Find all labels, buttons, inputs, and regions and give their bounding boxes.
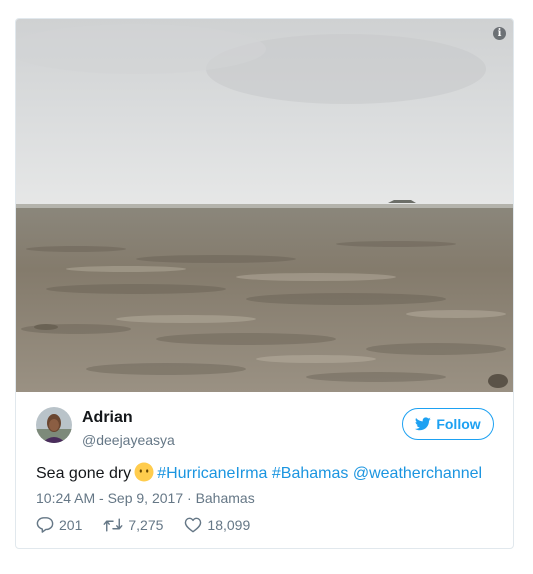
info-icon[interactable]: i — [493, 27, 506, 40]
tweet-meta: 10:24 AM - Sep 9, 2017 · Bahamas — [36, 490, 255, 506]
author-handle[interactable]: @deejayeasya — [82, 432, 175, 448]
like-action[interactable]: 18,099 — [184, 517, 250, 533]
hashtag-hurricaneirma[interactable]: #HurricaneIrma — [157, 465, 267, 482]
reply-icon — [36, 517, 54, 533]
retweet-action[interactable]: 7,275 — [103, 517, 163, 533]
meta-separator: · — [187, 490, 192, 506]
follow-button[interactable]: Follow — [402, 408, 494, 440]
author-name[interactable]: Adrian — [82, 409, 133, 427]
reply-count: 201 — [59, 516, 83, 533]
tweet-card: i Adrian @deejayeasya Follow Sea gone dr… — [15, 18, 514, 549]
retweet-count: 7,275 — [128, 516, 164, 533]
tweet-text: Sea gone dry #HurricaneIrma #Bahamas @we… — [36, 462, 482, 483]
tweet-photo[interactable] — [16, 19, 513, 392]
like-count: 18,099 — [207, 516, 251, 533]
retweet-icon — [103, 517, 123, 532]
heart-icon — [185, 517, 202, 532]
tweet-plain-text: Sea gone dry — [36, 465, 132, 482]
avatar[interactable] — [36, 407, 72, 443]
hashtag-bahamas[interactable]: #Bahamas — [272, 465, 349, 482]
neutral-face-emoji — [134, 462, 154, 482]
twitter-bird-icon — [415, 417, 432, 431]
reply-action[interactable]: 201 — [36, 516, 82, 533]
mention-weatherchannel[interactable]: @weatherchannel — [353, 465, 482, 482]
tweet-location[interactable]: Bahamas — [196, 490, 255, 506]
tweet-actions: 201 7,275 18,099 — [36, 516, 271, 533]
tweet-timestamp[interactable]: 10:24 AM - Sep 9, 2017 — [36, 490, 183, 506]
follow-label: Follow — [436, 416, 481, 432]
